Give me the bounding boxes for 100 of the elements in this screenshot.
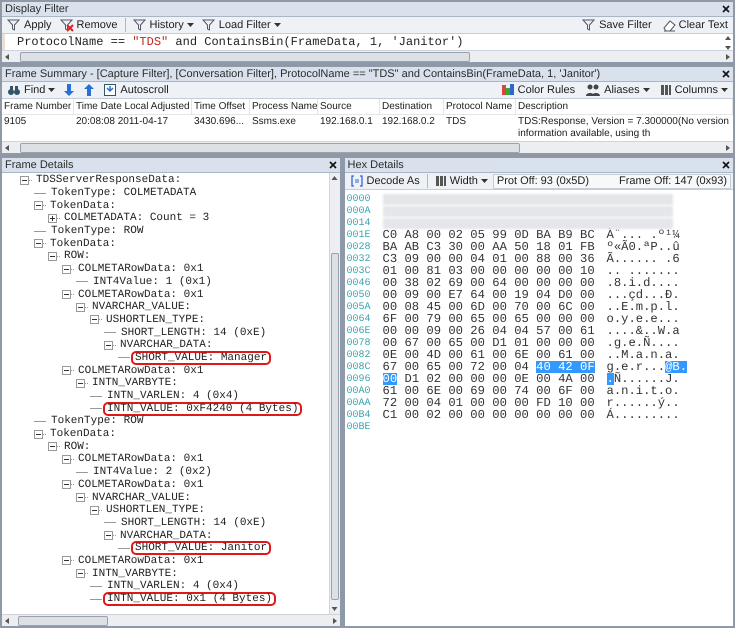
plus-box-icon[interactable] (48, 214, 57, 223)
offset-label: 000A (346, 204, 372, 218)
horizontal-scrollbar[interactable] (2, 614, 340, 626)
minus-box-icon[interactable] (62, 290, 71, 300)
ascii-text[interactable]: g.e.r... (606, 361, 666, 373)
hex-bytes[interactable]: D1 02 00 00 00 0E 00 4A 00 (404, 373, 595, 385)
minus-box-icon[interactable] (48, 442, 57, 452)
hex-bytes[interactable]: BA AB C3 30 00 AA 50 18 01 FB (382, 241, 595, 253)
scrollbar-thumb[interactable] (18, 616, 108, 626)
table-cell-text: 192.168.0.2 (381, 115, 436, 129)
minus-box-icon[interactable] (90, 315, 99, 324)
tree-item[interactable]: INTN_VALUE: 0x1 (4 Bytes) (103, 592, 276, 606)
ascii-text[interactable]: r......ý.. (606, 397, 680, 409)
minus-box-icon[interactable] (62, 556, 71, 566)
minus-box-icon[interactable] (76, 302, 85, 312)
horizontal-scrollbar[interactable] (2, 141, 733, 153)
hex-bytes[interactable]: 6F 00 79 00 65 00 65 00 00 00 (382, 313, 595, 325)
hex-bytes[interactable]: C3 09 00 00 04 01 00 88 00 36 (382, 253, 595, 265)
close-icon[interactable] (722, 70, 730, 78)
offset-label: 0014 (346, 216, 372, 230)
ascii-text[interactable]: À¨... .º¹¼ (606, 229, 680, 241)
scrollbar-thumb[interactable] (330, 253, 339, 600)
toolbar-button[interactable]: Color Rules (498, 82, 578, 98)
horizontal-scrollbar[interactable] (2, 50, 733, 62)
column-header[interactable]: Frame Number (2, 99, 74, 114)
ascii-text[interactable]: .g.e.Ñ.... (606, 337, 680, 349)
minus-box-icon[interactable] (104, 531, 113, 540)
ascii-text[interactable]: .. ....... (606, 265, 680, 277)
panel-title: Hex Details (348, 158, 404, 173)
hex-bytes[interactable]: 72 00 04 01 00 00 00 FD 10 00 (382, 397, 595, 409)
column-header[interactable]: Time Offset (192, 99, 250, 114)
column-header[interactable]: Time Date Local Adjusted (74, 99, 192, 114)
minus-box-icon[interactable] (62, 366, 71, 376)
ascii-text[interactable]: .8.i.d.... (606, 277, 680, 289)
toolbar-button[interactable]: Width (432, 173, 491, 189)
minus-box-icon[interactable] (76, 493, 85, 502)
column-header[interactable]: Process Name (250, 99, 318, 114)
toolbar-button[interactable]: Autoscroll (100, 82, 172, 98)
column-header[interactable]: Source (318, 99, 380, 114)
ascii-text[interactable]: ..E.m.p.l. (606, 301, 680, 313)
minus-box-icon[interactable] (34, 430, 43, 439)
toolbar-button[interactable]: Find (4, 82, 58, 98)
vertical-scroll-arrows-icon[interactable] (723, 34, 733, 52)
minus-box-icon[interactable] (34, 201, 43, 210)
column-header[interactable]: Protocol Name (444, 99, 516, 114)
hex-bytes[interactable]: C1 00 02 00 00 00 00 00 00 00 (382, 409, 595, 421)
caret-icon (48, 88, 56, 92)
minus-box-icon[interactable] (62, 454, 71, 464)
toolbar-button[interactable]: Save Filter (579, 17, 655, 33)
toolbar-button[interactable]: History (130, 17, 197, 33)
ascii-text[interactable]: Ã...... .6 (606, 253, 680, 265)
vertical-scrollbar[interactable] (328, 173, 340, 614)
offset-text: Prot Off: 93 (0x5D) (496, 174, 589, 189)
minus-box-icon[interactable] (20, 176, 29, 185)
hex-bytes[interactable]: 00 38 02 69 00 64 00 00 00 00 (382, 277, 595, 289)
close-icon[interactable] (722, 5, 730, 13)
minus-box-icon[interactable] (104, 340, 113, 350)
ascii-text[interactable]: ...çd...Ð. (606, 289, 680, 301)
minus-box-icon[interactable] (62, 480, 71, 490)
minus-box-icon[interactable] (62, 264, 71, 274)
hex-bytes[interactable]: 61 00 6E 00 69 00 74 00 6F 00 (382, 385, 595, 397)
hex-bytes[interactable]: 00 08 45 00 6D 00 70 00 6C 00 (382, 301, 595, 313)
minus-box-icon[interactable] (76, 378, 85, 388)
hex-bytes[interactable]: 00 00 09 00 26 04 04 57 00 61 (382, 325, 595, 337)
toolbar-button[interactable]: Load Filter (198, 17, 284, 33)
panel-title: Display Filter (5, 2, 69, 17)
toolbar-button[interactable]: Remove (56, 17, 120, 33)
toolbar-button[interactable]: Apply (4, 17, 55, 33)
toolbar-button[interactable]: Clear Text (658, 17, 731, 33)
close-icon[interactable] (722, 161, 730, 169)
toolbar-button[interactable]: Aliases (582, 82, 653, 98)
hex-bytes[interactable]: 00 09 00 E7 64 00 19 04 D0 00 (382, 289, 595, 301)
offset-label: 006E (346, 324, 372, 338)
column-header[interactable]: Destination (380, 99, 444, 114)
hex-bytes[interactable]: C0 A8 00 02 05 99 0D BA B9 BC (382, 229, 595, 241)
ascii-text[interactable]: Ñ......J. (614, 373, 680, 385)
tree-item[interactable]: INTN_VALUE: 0xF4240 (4 Bytes) (103, 402, 302, 416)
close-icon[interactable] (328, 161, 337, 169)
hex-bytes[interactable]: 67 00 65 00 72 00 04 (382, 361, 529, 373)
ascii-text[interactable]: ....&..W.a (606, 325, 680, 337)
hex-bytes[interactable]: 00 67 00 65 00 D1 01 00 00 00 (382, 337, 595, 349)
ascii-text[interactable]: o.y.e.e... (606, 313, 680, 325)
minus-box-icon[interactable] (90, 506, 99, 515)
column-header[interactable]: Description (516, 99, 733, 114)
ascii-text[interactable]: Á......... (606, 409, 680, 421)
hex-bytes[interactable]: 01 00 81 03 00 00 00 00 00 10 (382, 265, 595, 277)
scrollbar-thumb[interactable] (20, 142, 520, 152)
minus-box-icon[interactable] (34, 239, 43, 248)
tree-item[interactable]: SHORT_VALUE: Janitor (131, 541, 272, 556)
tree-item[interactable]: SHORT_VALUE: Manager (131, 350, 272, 365)
ascii-text[interactable]: º«Ã0.ªP..û (606, 241, 680, 253)
toolbar-button[interactable]: Decode As (346, 173, 423, 189)
minus-box-icon[interactable] (76, 569, 85, 578)
ascii-text[interactable]: a.n.i.t.o. (606, 385, 680, 397)
ascii-text[interactable]: ..M.a.n.a. (606, 349, 680, 361)
minus-box-icon[interactable] (48, 252, 57, 261)
hex-bytes[interactable]: 0E 00 4D 00 61 00 6E 00 61 00 (382, 349, 595, 361)
scrollbar-thumb[interactable] (20, 52, 470, 62)
toolbar-button[interactable]: Columns (656, 82, 731, 98)
columns-icon (434, 175, 447, 187)
